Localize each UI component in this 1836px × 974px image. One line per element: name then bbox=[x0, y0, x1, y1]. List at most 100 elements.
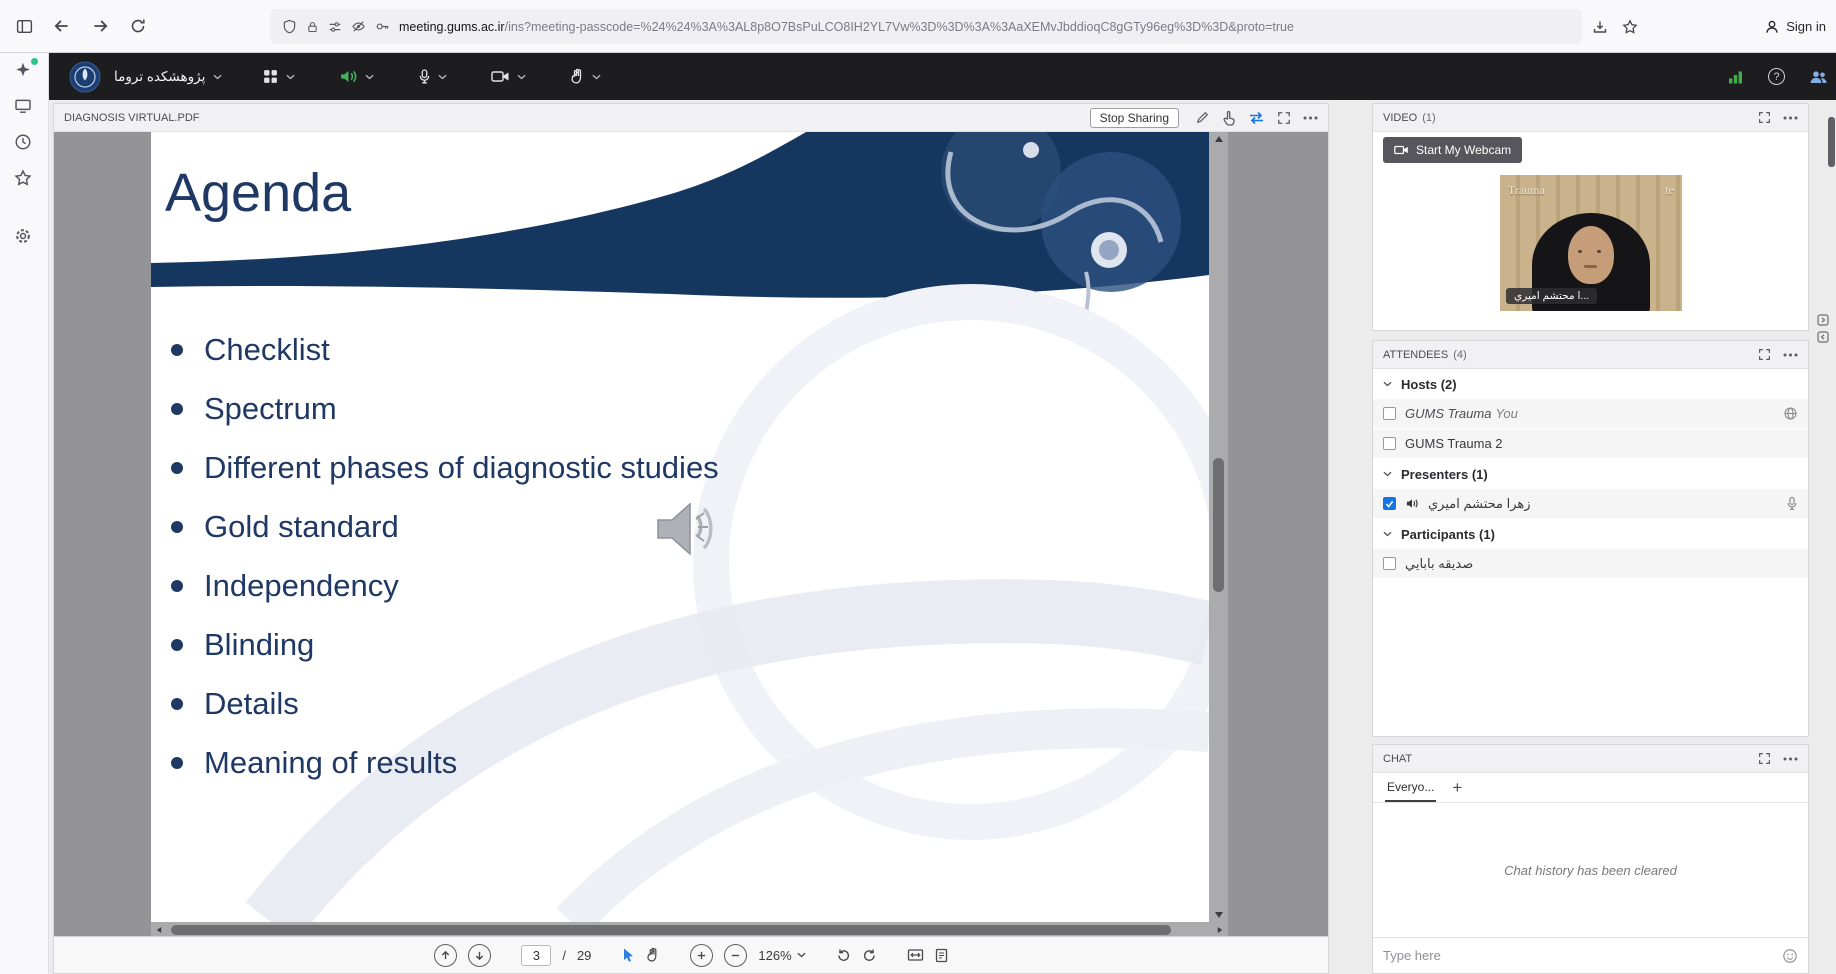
fullscreen-icon[interactable] bbox=[1758, 348, 1771, 361]
sync-navigation-icon[interactable] bbox=[1248, 111, 1265, 125]
blocked-eye-icon[interactable] bbox=[351, 19, 366, 34]
permissions-sliders-icon[interactable] bbox=[328, 20, 342, 34]
chevron-down-icon bbox=[517, 74, 526, 80]
media-tabs-icon[interactable] bbox=[14, 97, 34, 117]
zoom-out-icon[interactable] bbox=[724, 944, 747, 967]
org-menu[interactable]: پژوهشکده تروما bbox=[114, 69, 222, 85]
panel-collapse-icon[interactable] bbox=[1817, 331, 1829, 343]
presenters-group-header[interactable]: Presenters (1) bbox=[1373, 459, 1808, 489]
fit-page-icon[interactable] bbox=[935, 948, 948, 963]
mic-icon[interactable] bbox=[1786, 496, 1798, 511]
lock-icon[interactable] bbox=[306, 20, 319, 34]
reload-icon[interactable] bbox=[122, 10, 154, 42]
share-pod: DIAGNOSIS VIRTUAL.PDF Stop Sharing bbox=[53, 103, 1329, 974]
chevron-down-icon bbox=[365, 74, 374, 80]
sign-in-button[interactable]: Sign in bbox=[1764, 0, 1826, 53]
history-icon[interactable] bbox=[14, 133, 34, 153]
back-icon[interactable] bbox=[46, 10, 78, 42]
notification-dot bbox=[31, 58, 38, 65]
sidebar-toggle-icon[interactable] bbox=[8, 10, 40, 42]
scroll-right-icon bbox=[1216, 927, 1224, 933]
attendee-row[interactable]: GUMS Trauma 2 bbox=[1373, 429, 1808, 459]
previous-page-icon[interactable] bbox=[434, 944, 457, 967]
save-page-icon[interactable] bbox=[1592, 19, 1608, 35]
key-icon[interactable] bbox=[375, 19, 390, 34]
redo-icon[interactable] bbox=[862, 948, 877, 963]
speaker-icon bbox=[339, 68, 358, 85]
pod-options-icon[interactable] bbox=[1783, 353, 1798, 357]
pods-menu[interactable] bbox=[262, 68, 295, 85]
address-bar[interactable]: meeting.gums.ac.ir/ins?meeting-passcode=… bbox=[270, 9, 1582, 44]
attendee-row[interactable]: GUMS TraumaYou bbox=[1373, 399, 1808, 429]
hosts-group-header[interactable]: Hosts (2) bbox=[1373, 369, 1808, 399]
attendee-checkbox[interactable] bbox=[1383, 437, 1396, 450]
slide-bullet-list: Checklist Spectrum Different phases of d… bbox=[171, 320, 719, 792]
chat-tab-everyone[interactable]: Everyo... bbox=[1385, 773, 1436, 802]
org-menu-label: پژوهشکده تروما bbox=[114, 69, 205, 85]
share-pod-header: DIAGNOSIS VIRTUAL.PDF Stop Sharing bbox=[54, 104, 1328, 132]
sidebar-settings-icon[interactable] bbox=[14, 227, 34, 247]
chevron-down-icon bbox=[213, 74, 222, 80]
draw-icon[interactable] bbox=[1195, 110, 1210, 125]
next-page-icon[interactable] bbox=[468, 944, 491, 967]
horizontal-scroll-thumb[interactable] bbox=[171, 925, 1171, 935]
window-scrollbar-thumb[interactable] bbox=[1828, 117, 1835, 167]
attendees-pod: ATTENDEES (4) Hosts (2) GUMS TraumaYou G… bbox=[1372, 340, 1809, 737]
undo-icon[interactable] bbox=[836, 948, 851, 963]
shield-icon[interactable] bbox=[282, 19, 297, 34]
pod-options-icon[interactable] bbox=[1783, 757, 1798, 761]
zoom-in-icon[interactable] bbox=[690, 944, 713, 967]
bookmark-star-icon[interactable] bbox=[1622, 19, 1638, 35]
connection-stats-icon[interactable] bbox=[1727, 69, 1744, 85]
attendee-checkbox[interactable] bbox=[1383, 557, 1396, 570]
bullet-dot bbox=[171, 521, 183, 533]
participants-group-header[interactable]: Participants (1) bbox=[1373, 519, 1808, 549]
video-pod-header: VIDEO (1) bbox=[1373, 104, 1808, 132]
url-text[interactable]: meeting.gums.ac.ir/ins?meeting-passcode=… bbox=[399, 20, 1294, 34]
attendee-checkbox[interactable] bbox=[1383, 407, 1396, 420]
chat-input[interactable] bbox=[1383, 948, 1774, 963]
page-number-input[interactable] bbox=[521, 945, 551, 966]
fullscreen-icon[interactable] bbox=[1758, 111, 1771, 124]
select-tool-icon[interactable] bbox=[621, 947, 635, 963]
attendee-name: GUMS Trauma 2 bbox=[1405, 436, 1503, 451]
pan-tool-icon[interactable] bbox=[646, 947, 660, 963]
forward-icon[interactable] bbox=[84, 10, 116, 42]
emoji-icon[interactable] bbox=[1782, 948, 1798, 964]
presenters-group-label: Presenters (1) bbox=[1401, 467, 1488, 482]
help-icon[interactable]: ? bbox=[1768, 68, 1785, 85]
pod-options-icon[interactable] bbox=[1783, 116, 1798, 120]
slide: Agenda Checklist Spectrum Different phas… bbox=[151, 132, 1209, 922]
vertical-scroll-thumb[interactable] bbox=[1213, 458, 1224, 592]
webcam-menu[interactable] bbox=[491, 69, 526, 84]
chat-input-row bbox=[1373, 937, 1808, 973]
org-logo[interactable] bbox=[69, 61, 101, 93]
bullet-dot bbox=[171, 757, 183, 769]
attendees-toggle-icon[interactable] bbox=[1809, 69, 1828, 85]
attendee-row[interactable]: زهرا محتشم اميري bbox=[1373, 489, 1808, 519]
embedded-audio-speaker-icon[interactable] bbox=[656, 500, 722, 558]
pod-options-icon[interactable] bbox=[1303, 116, 1318, 120]
speaker-menu[interactable] bbox=[339, 68, 374, 85]
microphone-menu[interactable] bbox=[418, 68, 447, 85]
attendee-row[interactable]: صديقه بابايي bbox=[1373, 549, 1808, 579]
panel-collapse-icon[interactable] bbox=[1817, 314, 1829, 326]
zoom-level-dropdown[interactable]: 126% bbox=[758, 948, 805, 963]
fit-width-icon[interactable] bbox=[907, 948, 924, 962]
chat-pod-title: CHAT bbox=[1383, 753, 1412, 765]
scroll-left-icon bbox=[155, 927, 163, 933]
fullscreen-icon[interactable] bbox=[1277, 111, 1291, 125]
pointer-icon[interactable] bbox=[1222, 110, 1236, 126]
ai-chat-icon[interactable] bbox=[14, 61, 34, 81]
stop-sharing-button[interactable]: Stop Sharing bbox=[1090, 108, 1179, 128]
attendee-checkbox-checked[interactable] bbox=[1383, 497, 1396, 510]
bookmarks-icon[interactable] bbox=[14, 169, 34, 189]
bullet-item: Gold standard bbox=[171, 497, 719, 556]
webcam-video: Trauma te ...ا محتشم اميري bbox=[1500, 175, 1682, 311]
page-separator: / bbox=[562, 948, 566, 963]
zoom-level: 126% bbox=[758, 948, 791, 963]
start-webcam-button[interactable]: Start My Webcam bbox=[1383, 137, 1522, 163]
raise-hand-menu[interactable] bbox=[570, 68, 601, 85]
add-chat-tab-button[interactable]: + bbox=[1452, 773, 1462, 802]
fullscreen-icon[interactable] bbox=[1758, 752, 1771, 765]
